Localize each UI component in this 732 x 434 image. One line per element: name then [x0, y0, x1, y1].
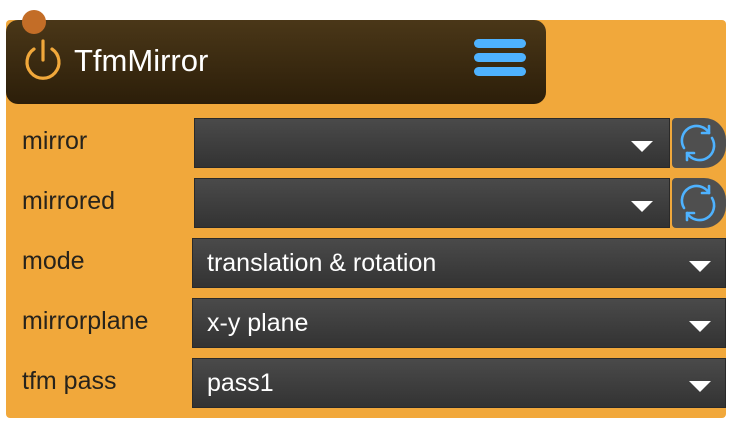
tfm-pass-select[interactable]: pass1: [192, 358, 726, 408]
inlet-dot[interactable]: [22, 10, 46, 34]
mirrorplane-select[interactable]: x-y plane: [192, 298, 726, 348]
chevron-down-icon: [689, 261, 711, 272]
chevron-down-icon: [631, 201, 653, 212]
mode-select-value: translation & rotation: [207, 248, 437, 277]
mode-label: mode: [22, 247, 85, 275]
panel-title: TfmMirror: [74, 43, 209, 78]
tfm-pass-select-value: pass1: [207, 368, 274, 397]
mirrored-label: mirrored: [22, 187, 116, 215]
chevron-down-icon: [689, 321, 711, 332]
refresh-icon: [680, 124, 716, 162]
chevron-down-icon: [631, 141, 653, 152]
mirrorplane-select-value: x-y plane: [207, 308, 309, 337]
power-icon[interactable]: [20, 38, 66, 84]
mode-select[interactable]: translation & rotation: [192, 238, 726, 288]
mirrored-select[interactable]: [194, 178, 670, 228]
mirrorplane-label: mirrorplane: [22, 307, 149, 335]
mirror-label: mirror: [22, 127, 88, 155]
mirrored-refresh-button[interactable]: [672, 178, 726, 228]
tfm-pass-label: tfm pass: [22, 367, 117, 395]
refresh-icon: [680, 184, 716, 222]
chevron-down-icon: [689, 381, 711, 392]
mirror-refresh-button[interactable]: [672, 118, 726, 168]
hamburger-menu-icon[interactable]: [474, 38, 526, 78]
mirror-select[interactable]: [194, 118, 670, 168]
